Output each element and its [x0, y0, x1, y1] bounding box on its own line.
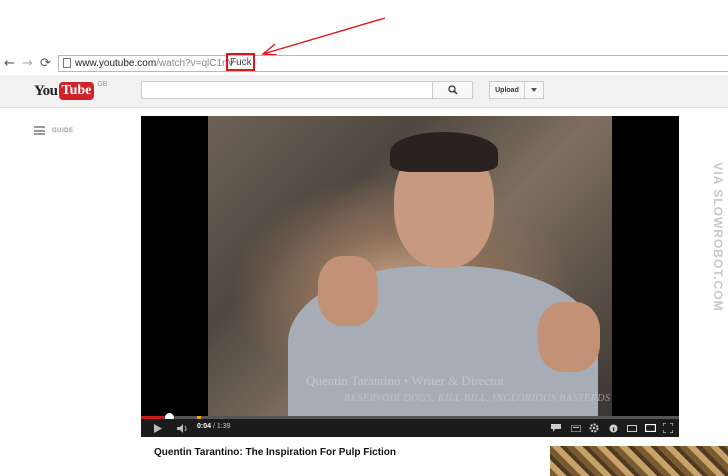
video-person-hair — [390, 132, 498, 172]
guide-button[interactable]: GUIDE — [34, 126, 74, 135]
search-icon — [447, 85, 458, 95]
time-display: 0:04 / 1:39 — [197, 423, 231, 430]
duration: 1:39 — [216, 423, 231, 430]
url-path: /watch?v=qlC1nV — [156, 58, 235, 69]
small-player-icon — [627, 424, 637, 432]
large-player-button[interactable] — [643, 419, 657, 437]
watch-later-icon — [571, 424, 581, 432]
info-icon — [609, 424, 617, 432]
play-icon — [154, 423, 162, 433]
menu-icon — [34, 126, 45, 135]
fullscreen-icon — [663, 423, 673, 433]
play-button[interactable] — [151, 419, 165, 437]
arrow-right-icon[interactable]: → — [22, 56, 33, 72]
captions-icon — [551, 424, 561, 432]
youtube-logo[interactable]: You Tube GB — [34, 81, 107, 101]
page-icon — [63, 58, 71, 68]
logo-region: GB — [97, 81, 108, 88]
upload-dropdown-button[interactable] — [525, 81, 544, 99]
player-controls: 0:04 / 1:39 — [141, 419, 679, 437]
arrow-left-icon[interactable]: ← — [4, 56, 15, 72]
watch-later-button[interactable] — [569, 419, 583, 437]
annotations-button[interactable] — [606, 419, 620, 437]
video-caption-name: Quentin Tarantino • Writer & Director — [306, 373, 505, 388]
large-player-icon — [644, 424, 656, 432]
volume-icon — [177, 423, 187, 433]
watermark: VIA SLOWROBOT.COM — [705, 160, 725, 320]
logo-you: You — [34, 82, 58, 99]
search-input[interactable] — [141, 81, 433, 99]
search-button[interactable] — [432, 81, 473, 99]
small-player-button[interactable] — [625, 419, 639, 437]
annotation-arrow — [261, 17, 386, 56]
upload-button[interactable]: Upload — [489, 81, 525, 99]
video-player[interactable]: Quentin Tarantino • Writer & Director RE… — [141, 116, 679, 437]
guide-label: GUIDE — [52, 127, 74, 134]
url-host: www.youtube.com — [75, 58, 157, 69]
video-frame[interactable]: Quentin Tarantino • Writer & Director RE… — [208, 116, 612, 416]
current-time: 0:04 — [197, 423, 212, 430]
chevron-down-icon — [531, 88, 537, 92]
url-text: www.youtube.com/watch?v=qlC1nV — [75, 57, 234, 71]
address-bar[interactable]: www.youtube.com/watch?v=qlC1nV — [58, 55, 728, 72]
watermark-text: VIA SLOWROBOT.COM — [711, 162, 725, 312]
captions-button[interactable] — [549, 419, 563, 437]
video-caption-credits: RESERVOIR DOGS, KILL BILL, INGLORIOUS BA… — [344, 393, 611, 404]
reload-icon[interactable]: ⟳ — [40, 56, 51, 72]
related-video-thumbnail[interactable] — [550, 446, 728, 476]
video-person-hand-right — [538, 302, 600, 372]
video-title: Quentin Tarantino: The Inspiration For P… — [154, 447, 397, 458]
gear-icon — [589, 423, 599, 433]
url-highlight-box: Fuck — [226, 53, 255, 71]
url-highlight-text: Fuck — [230, 57, 252, 68]
volume-button[interactable] — [175, 419, 191, 437]
settings-button[interactable] — [587, 419, 601, 437]
site-header: You Tube GB Upload — [0, 75, 728, 108]
video-person-hand-left — [318, 256, 378, 326]
fullscreen-button[interactable] — [661, 419, 675, 437]
logo-tube: Tube — [58, 82, 95, 100]
